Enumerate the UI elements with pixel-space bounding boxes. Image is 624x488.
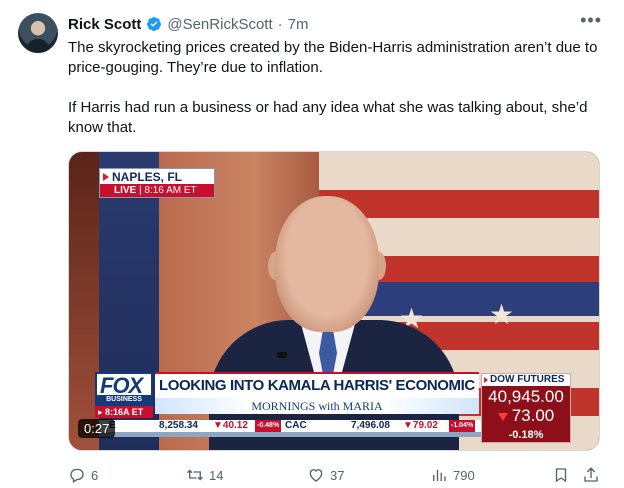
views-button[interactable]: 790 (430, 466, 475, 484)
avatar[interactable] (18, 13, 58, 53)
more-icon[interactable]: ••• (580, 10, 602, 31)
dow-change: 73.00 (482, 406, 570, 426)
ticker-item: 8,258.34 (159, 420, 198, 431)
live-time: | 8:16 AM ET (139, 185, 197, 196)
dow-percent: -0.18% (482, 428, 570, 442)
reply-button[interactable]: 6 (68, 466, 98, 484)
reply-count: 6 (91, 467, 99, 483)
network-logo-sub: BUSINESS (97, 395, 151, 404)
like-button[interactable]: 37 (307, 466, 344, 484)
live-label: LIVE (114, 185, 137, 196)
repost-button[interactable]: 14 (186, 466, 223, 484)
share-button[interactable] (582, 466, 600, 484)
dow-value: 40,945.00 (488, 387, 564, 406)
time-tag: ▸ 8:16A ET (95, 406, 153, 418)
verified-badge-icon (147, 17, 162, 32)
bookmark-icon (555, 468, 567, 483)
heart-icon (309, 469, 323, 482)
views-count: 790 (453, 467, 475, 483)
ticker-strip (99, 432, 483, 437)
location-bug: NAPLES, FL LIVE | 8:16 AM ET (99, 168, 215, 198)
ticker-item: 7,496.08 (351, 420, 390, 431)
dow-futures-box: DOW FUTURES 40,945.00 73.00 -0.18% (481, 373, 571, 443)
author-handle[interactable]: @SenRickScott (167, 16, 272, 33)
location-city: NAPLES, FL (112, 170, 183, 184)
tweet-paragraph-2: If Harris had run a business or had any … (68, 99, 588, 136)
timestamp[interactable]: 7m (288, 16, 309, 33)
network-logo: FOX BUSINESS (95, 372, 153, 406)
tweet-paragraph-1: The skyrocketing prices created by the B… (68, 39, 598, 76)
ticker-item: ▼79.02 (403, 420, 438, 431)
show-name: MORNINGS with MARIA (155, 398, 479, 414)
reply-icon (70, 468, 84, 483)
separator-dot: · (277, 15, 283, 33)
ticker-item: CAC (285, 420, 307, 431)
share-icon (584, 467, 598, 482)
tweet-text: The skyrocketing prices created by the B… (68, 38, 598, 138)
chyron-headline: LOOKING INTO KAMALA HARRIS' ECONOMIC AGE… (155, 372, 479, 398)
repost-count: 14 (209, 467, 224, 483)
video-player[interactable]: ★ ★ NAPLES, FL LIVE | 8:16 AM ET FOX BUS… (68, 151, 600, 451)
speaker (275, 196, 379, 332)
tweet[interactable]: Rick Scott @SenRickScott · 7m ••• The sk… (0, 0, 624, 488)
market-ticker: E 8,258.34 ▼40.12 -0.48% CAC 7,496.08 ▼7… (99, 420, 483, 432)
author-name[interactable]: Rick Scott (68, 16, 141, 33)
lower-third: FOX BUSINESS ▸ 8:16A ET LOOKING INTO KAM… (95, 372, 479, 424)
views-icon (433, 469, 446, 481)
action-bar: 6 14 37 790 (68, 466, 602, 488)
tweet-header: Rick Scott @SenRickScott · 7m (68, 14, 308, 34)
ticker-item: -1.04% (449, 420, 476, 432)
repost-icon (187, 469, 203, 481)
ticker-item: ▼40.12 (213, 420, 248, 431)
ticker-item: -0.48% (255, 420, 282, 432)
live-badge: LIVE | 8:16 AM ET (100, 184, 214, 197)
like-count: 37 (330, 467, 345, 483)
video-timer: 0:27 (78, 419, 116, 438)
dow-title: DOW FUTURES (482, 374, 570, 386)
bookmark-button[interactable] (552, 466, 570, 484)
